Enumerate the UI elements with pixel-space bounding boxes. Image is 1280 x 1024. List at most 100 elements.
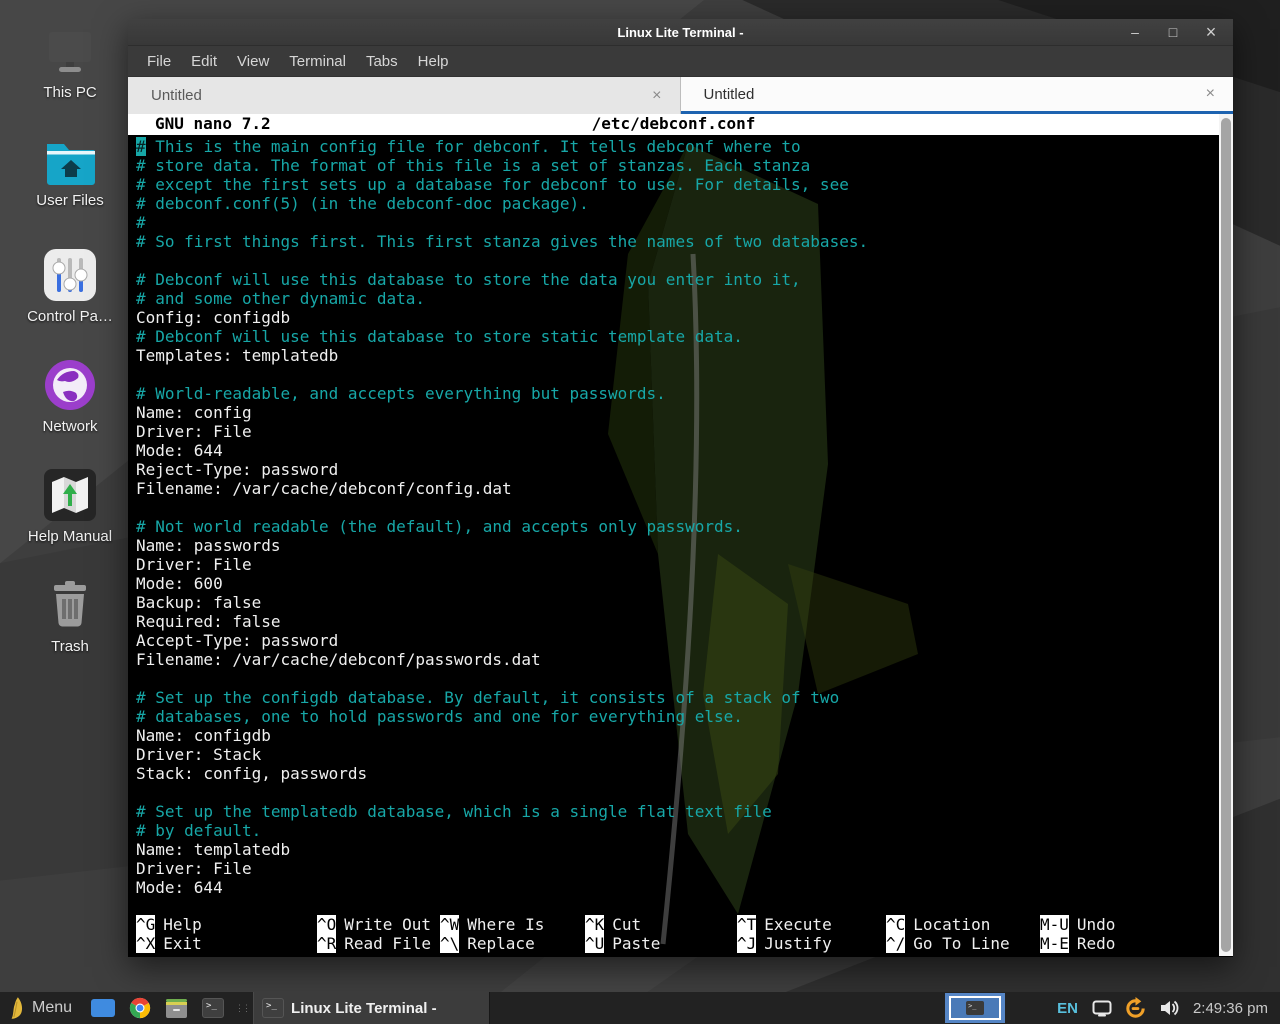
editor-line: Reject-Type: password: [136, 460, 1219, 479]
editor-line: #: [136, 213, 1219, 232]
menu-item-terminal[interactable]: Terminal: [279, 49, 356, 74]
tab-untitled-2[interactable]: Untitled ×: [681, 77, 1234, 114]
nano-shortcut: ^W Where Is: [440, 915, 585, 934]
terminal-launcher-icon[interactable]: >_: [202, 998, 224, 1018]
shortcut-label: Where Is: [467, 915, 544, 934]
shortcut-label: Replace: [467, 934, 534, 953]
maximize-button[interactable]: □: [1165, 25, 1181, 39]
shortcut-label: Read File: [344, 934, 431, 953]
shortcut-label: Paste: [612, 934, 660, 953]
shortcut-label: Undo: [1077, 915, 1116, 934]
desktop-icon-label: Help Manual: [12, 528, 128, 545]
help-manual-icon: [43, 468, 97, 522]
display-settings-icon[interactable]: [1092, 1000, 1112, 1017]
terminal-task-icon: >_: [262, 998, 284, 1018]
editor-line: # Not world readable (the default), and …: [136, 517, 1219, 536]
nano-shortcut: ^CLocation: [886, 915, 1040, 934]
terminal-screen[interactable]: GNU nano 7.2 /etc/debconf.conf # This is…: [128, 114, 1219, 956]
shortcut-key: ^T: [737, 915, 756, 934]
desktop-icon-label: Control Pa…: [12, 308, 128, 325]
panel-handle[interactable]: ⋮⋮: [235, 1003, 249, 1014]
editor-line: Name: passwords: [136, 536, 1219, 555]
menu-item-file[interactable]: File: [137, 49, 181, 74]
shortcut-key: ^G: [136, 915, 155, 934]
show-desktop-button[interactable]: [91, 999, 115, 1017]
text-cursor: #: [136, 137, 146, 156]
trash-icon: [43, 578, 97, 632]
terminal-window: Linux Lite Terminal - – □ × FileEditView…: [128, 19, 1233, 957]
shortcut-key: M-E: [1040, 934, 1069, 953]
menu-item-edit[interactable]: Edit: [181, 49, 227, 74]
shortcut-key: ^R: [317, 934, 336, 953]
tab-close-icon[interactable]: ×: [648, 87, 665, 105]
editor-line: [136, 251, 1219, 270]
tab-close-icon[interactable]: ×: [1202, 85, 1219, 103]
menu-button[interactable]: Menu: [32, 999, 72, 1017]
desktop-icon-label: User Files: [12, 192, 128, 209]
control-panel-icon: [43, 248, 97, 302]
menu-item-tabs[interactable]: Tabs: [356, 49, 408, 74]
menu-bar: FileEditViewTerminalTabsHelp: [128, 46, 1233, 77]
shortcut-key: ^O: [317, 915, 336, 934]
editor-line: Driver: Stack: [136, 745, 1219, 764]
menu-item-view[interactable]: View: [227, 49, 279, 74]
shortcut-label: Cut: [612, 915, 641, 934]
linux-lite-logo-icon[interactable]: [8, 996, 26, 1020]
menu-item-help[interactable]: Help: [408, 49, 459, 74]
nano-titlebar: GNU nano 7.2 /etc/debconf.conf: [128, 114, 1219, 135]
tab-label: Untitled: [704, 86, 1202, 103]
editor-line: Driver: File: [136, 555, 1219, 574]
desktop-icon-network[interactable]: Network: [12, 358, 128, 435]
update-notifier-icon[interactable]: [1124, 997, 1147, 1020]
editor-line: # This is the main config file for debco…: [136, 137, 1219, 156]
nano-shortcut: ^G Help: [136, 915, 317, 934]
editor-line: Filename: /var/cache/debconf/passwords.d…: [136, 650, 1219, 669]
shortcut-label: Redo: [1077, 934, 1116, 953]
editor-line: Required: false: [136, 612, 1219, 631]
window-titlebar[interactable]: Linux Lite Terminal - – □ ×: [128, 19, 1233, 46]
shortcut-label: Execute: [764, 915, 831, 934]
editor-line: # World-readable, and accepts everything…: [136, 384, 1219, 403]
scrollbar-thumb[interactable]: [1221, 118, 1231, 952]
desktop-icon-this-pc[interactable]: This PC: [12, 28, 128, 101]
taskbar-clock[interactable]: 2:49:36 pm: [1193, 1000, 1268, 1017]
editor-line: [136, 498, 1219, 517]
shortcut-column: ^TExecute^JJustify: [737, 915, 886, 953]
desktop-icon-user-files[interactable]: User Files: [12, 138, 128, 209]
editor-line: Filename: /var/cache/debconf/config.dat: [136, 479, 1219, 498]
shortcut-key: M-U: [1040, 915, 1069, 934]
desktop-icon-trash[interactable]: Trash: [12, 578, 128, 655]
editor-line: Name: configdb: [136, 726, 1219, 745]
window-title: Linux Lite Terminal -: [617, 25, 743, 40]
this-pc-monitor-icon: [42, 28, 98, 78]
editor-line: Driver: File: [136, 422, 1219, 441]
nano-shortcut-bar: ^GHelp^XExit^OWrite Out^RRead File^WWher…: [136, 915, 1215, 953]
taskbar-window-button[interactable]: >_ Linux Lite Terminal -: [253, 992, 490, 1024]
shortcut-label: Help: [163, 915, 202, 934]
desktop-icon-help-manual[interactable]: Help Manual: [12, 468, 128, 545]
editor-line: # So first things first. This first stan…: [136, 232, 1219, 251]
chrome-launcher-icon[interactable]: [129, 997, 151, 1019]
desktop-icon-control-panel[interactable]: Control Pa…: [12, 248, 128, 325]
minimize-button[interactable]: –: [1127, 25, 1143, 39]
workspace-pager[interactable]: >_: [945, 993, 1005, 1023]
shortcut-key: ^\: [440, 934, 459, 953]
tab-untitled-1[interactable]: Untitled ×: [128, 77, 681, 114]
editor-line: # Debconf will use this database to stor…: [136, 270, 1219, 289]
scrollbar[interactable]: [1219, 114, 1233, 956]
shortcut-column: ^OWrite Out^RRead File: [317, 915, 440, 953]
file-manager-launcher-icon[interactable]: [165, 998, 188, 1019]
close-button[interactable]: ×: [1203, 23, 1219, 41]
editor-line: [136, 365, 1219, 384]
keyboard-layout-indicator[interactable]: EN: [1057, 1000, 1078, 1017]
nano-editor-buffer[interactable]: # This is the main config file for debco…: [128, 137, 1219, 897]
nano-shortcut: ^/Go To Line: [886, 934, 1040, 953]
volume-icon[interactable]: [1159, 999, 1179, 1017]
nano-shortcut: ^\ Replace: [440, 934, 585, 953]
editor-line: Mode: 644: [136, 878, 1219, 897]
shortcut-key: ^W: [440, 915, 459, 934]
shortcut-label: Justify: [764, 934, 831, 953]
editor-line: Name: templatedb: [136, 840, 1219, 859]
network-globe-icon: [43, 358, 97, 412]
nano-shortcut: M-E Redo: [1040, 934, 1215, 953]
